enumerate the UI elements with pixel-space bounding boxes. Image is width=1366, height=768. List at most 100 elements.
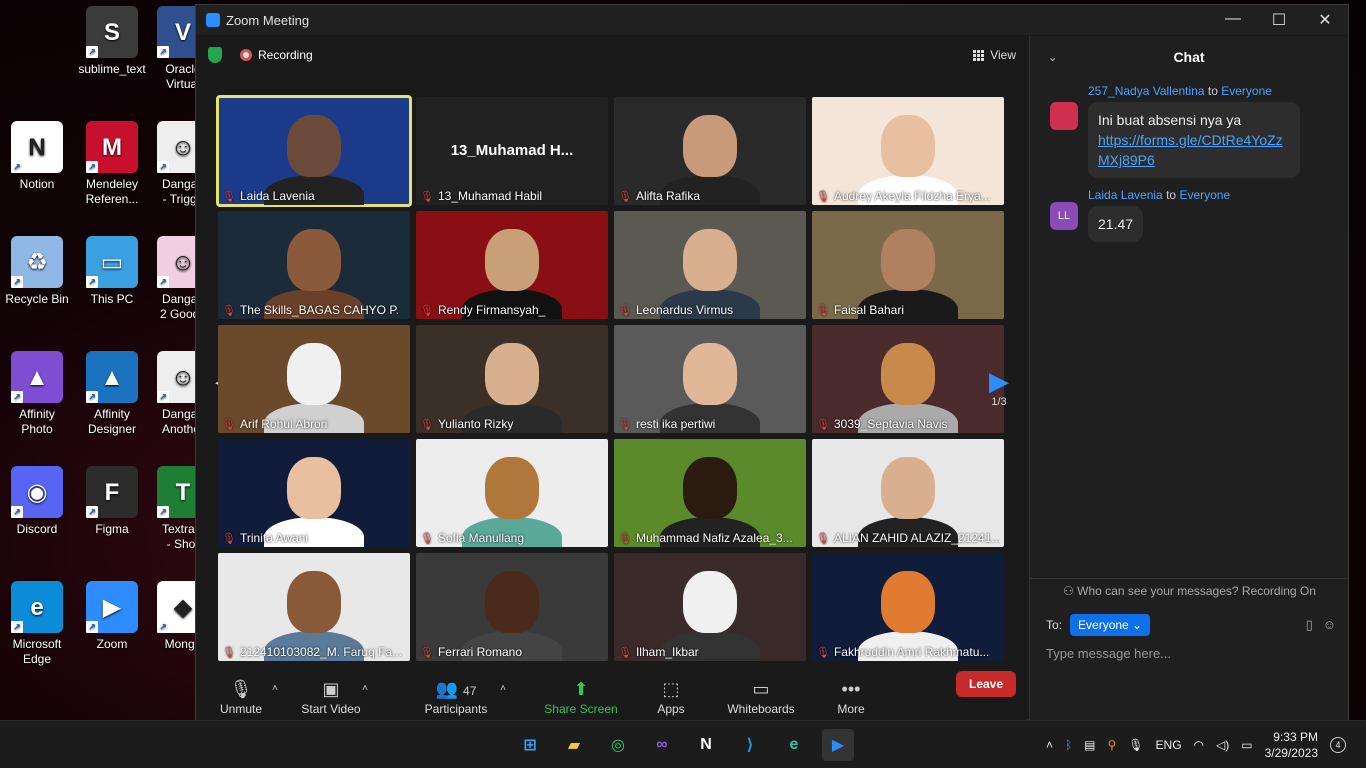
participant-tile[interactable]: 🎙 Ilham_Ikbar xyxy=(614,553,806,661)
app-icon: ▶ ↗ xyxy=(86,581,138,633)
muted-mic-icon: 🎙 xyxy=(229,679,253,699)
participant-name-text: The Skills_BAGAS CAHYO P. xyxy=(239,303,400,317)
maximize-button[interactable]: ☐ xyxy=(1256,10,1302,30)
edge-icon[interactable]: e xyxy=(778,729,810,761)
participant-tile[interactable]: 🎙 Ferrari Romano xyxy=(416,553,608,661)
notion-icon[interactable]: N xyxy=(690,729,722,761)
whiteboards-button[interactable]: ▭ Whiteboards xyxy=(716,676,806,716)
security-shield-icon[interactable] xyxy=(208,47,222,63)
bluetooth-icon[interactable]: ᛒ xyxy=(1065,738,1072,752)
video-options-caret[interactable]: ˄ xyxy=(362,676,368,702)
next-page-button[interactable]: ▶ 1/3 xyxy=(984,366,1014,408)
clock[interactable]: 9:33 PM 3/29/2023 xyxy=(1265,729,1318,761)
collapse-chat-icon[interactable]: ⌄ xyxy=(1048,51,1057,64)
share-screen-icon: ⬆ xyxy=(573,679,589,699)
participants-options-caret[interactable]: ˄ xyxy=(500,676,506,702)
message-recipient: Everyone xyxy=(1179,188,1231,202)
unmute-button[interactable]: 🎙 ˄ Unmute xyxy=(196,676,286,716)
wifi-icon[interactable]: ◠ xyxy=(1194,738,1204,752)
desktop-icon[interactable]: ▶ ↗ Zoom xyxy=(77,581,147,652)
desktop-icon[interactable]: S ↗ sublime_text xyxy=(77,6,147,77)
desktop-icon-label: Discord xyxy=(16,522,58,536)
avatar-face xyxy=(683,115,737,177)
battery-icon[interactable]: ▭ xyxy=(1241,738,1252,752)
chevron-up-icon[interactable]: ˄ xyxy=(1046,738,1053,752)
emoji-icon[interactable]: ☺ xyxy=(1323,617,1336,633)
participant-name-text: Audrey Akeyla Fildzha Erya... xyxy=(833,189,991,203)
avatar-face xyxy=(881,457,935,519)
share-screen-button[interactable]: ⬆ Share Screen xyxy=(536,676,626,716)
participant-tile[interactable]: 🎙 Fakhruddin Amri Rakhmatu... xyxy=(812,553,1004,661)
desktop-icon[interactable]: ▲ ↗ Affinity Designer xyxy=(77,351,147,437)
app-icon: ▲ ↗ xyxy=(11,351,63,403)
whatsapp-icon[interactable]: ◎ xyxy=(602,729,634,761)
desktop-icon-label: Affinity Photo xyxy=(19,407,55,436)
chat-visibility-note[interactable]: ⚇ Who can see your messages? Recording O… xyxy=(1030,578,1349,602)
desktop-icon[interactable]: e ↗ Microsoft Edge xyxy=(2,581,72,667)
participant-tile[interactable]: 🎙 212410103082_M. Faruq Fa... xyxy=(218,553,410,661)
chat-input[interactable]: Type message here... xyxy=(1046,646,1171,661)
participant-name: 🎙 Alifta Rafika xyxy=(618,189,802,203)
recipient-select[interactable]: Everyone ⌄ xyxy=(1070,614,1151,636)
participant-tile[interactable]: 🎙 Alifta Rafika xyxy=(614,97,806,205)
participant-tile[interactable]: 🎙 Arif Rohul Abrori xyxy=(218,325,410,433)
participant-tile[interactable]: 🎙 3039_Septavia Navis xyxy=(812,325,1004,433)
participant-tile[interactable]: 🎙 The Skills_BAGAS CAHYO P. xyxy=(218,211,410,319)
notification-badge[interactable]: 4 xyxy=(1330,737,1346,753)
shortcut-arrow-icon: ↗ xyxy=(157,276,169,288)
file-explorer-icon[interactable]: ▰ xyxy=(558,729,590,761)
minimize-button[interactable]: — xyxy=(1210,10,1256,30)
participant-tile[interactable]: 🎙 Audrey Akeyla Fildzha Erya... xyxy=(812,97,1004,205)
desktop-icon[interactable]: N ↗ Notion xyxy=(2,121,72,192)
participant-tile[interactable]: 🎙 Faisal Bahari xyxy=(812,211,1004,319)
desktop-icon[interactable]: ▭ ↗ This PC xyxy=(77,236,147,307)
participant-tile[interactable]: 13_Muhamad H... 🎙 13_Muhamad Habil xyxy=(416,97,608,205)
search-tool-icon[interactable]: ⚲ xyxy=(1108,738,1117,752)
participant-name-text: 13_Muhamad Habil xyxy=(437,189,543,203)
participant-tile[interactable]: 🎙 Trinita Awani xyxy=(218,439,410,547)
app-icon: ◉ ↗ xyxy=(11,466,63,518)
participant-name: 🎙 Yulianto Rizky xyxy=(420,417,604,431)
desktop-icon[interactable]: ◉ ↗ Discord xyxy=(2,466,72,537)
shortcut-arrow-icon: ↗ xyxy=(157,621,169,633)
desktop-icon[interactable]: ♻ ↗ Recycle Bin xyxy=(2,236,72,307)
visual-studio-icon[interactable]: ∞ xyxy=(646,729,678,761)
participant-name-text: Ferrari Romano xyxy=(437,645,522,659)
view-button[interactable]: View xyxy=(973,48,1016,62)
close-button[interactable]: ✕ xyxy=(1302,10,1348,30)
apps-button[interactable]: ⬚ Apps xyxy=(626,676,716,716)
audio-options-caret[interactable]: ˄ xyxy=(272,676,278,702)
microphone-icon[interactable]: 🎙 xyxy=(1128,738,1143,752)
app-icon: ▲ ↗ xyxy=(86,351,138,403)
participant-tile[interactable]: 🎙 resti ika pertiwi xyxy=(614,325,806,433)
participant-tile[interactable]: 🎙 Rendy Firmansyah_ xyxy=(416,211,608,319)
desktop-icon[interactable]: F ↗ Figma xyxy=(77,466,147,537)
language-indicator[interactable]: ENG xyxy=(1156,738,1182,752)
volume-icon[interactable]: ◁) xyxy=(1216,738,1229,752)
message-link[interactable]: https://forms.gle/CDtRe4YoZzMXj89P6 xyxy=(1098,132,1283,168)
participant-tile[interactable]: 🎙 ALIAN ZAHID ALAZIZ_21241... xyxy=(812,439,1004,547)
desktop-icon[interactable]: ▲ ↗ Affinity Photo xyxy=(2,351,72,437)
participant-tile[interactable]: 🎙 Sofia Manullang xyxy=(416,439,608,547)
more-button[interactable]: ••• More xyxy=(806,676,896,716)
flag-icon[interactable]: ▤ xyxy=(1084,738,1095,752)
file-icon[interactable]: ▯ xyxy=(1306,617,1313,633)
desktop-icon[interactable]: M ↗ Mendeley Referen... xyxy=(77,121,147,207)
start-button[interactable]: ⊞ xyxy=(514,729,546,761)
zoom-taskbar-icon[interactable]: ▶ xyxy=(822,729,854,761)
participant-tile[interactable]: 🎙 Leonardus Virmus xyxy=(614,211,806,319)
participants-button[interactable]: 👥 47 ˄ Participants xyxy=(376,676,536,716)
message-sender: Laida Lavenia xyxy=(1088,188,1163,202)
leave-button[interactable]: Leave xyxy=(956,671,1016,697)
participant-tile[interactable]: 🎙 Yulianto Rizky xyxy=(416,325,608,433)
clock-time: 9:33 PM xyxy=(1273,730,1318,744)
start-video-button[interactable]: ▣ ˄ Start Video xyxy=(286,676,376,716)
participant-tile[interactable]: 🎙 Muhammad Nafiz Azalea_3... xyxy=(614,439,806,547)
avatar-face xyxy=(485,571,539,633)
participant-name: 🎙 resti ika pertiwi xyxy=(618,417,802,431)
participant-name: 🎙 Rendy Firmansyah_ xyxy=(420,303,604,317)
vscode-icon[interactable]: ⟩ xyxy=(734,729,766,761)
muted-mic-icon: 🎙 xyxy=(816,418,830,431)
participant-tile[interactable]: 🎙 Laida Lavenia xyxy=(216,95,412,207)
app-icon: M ↗ xyxy=(86,121,138,173)
